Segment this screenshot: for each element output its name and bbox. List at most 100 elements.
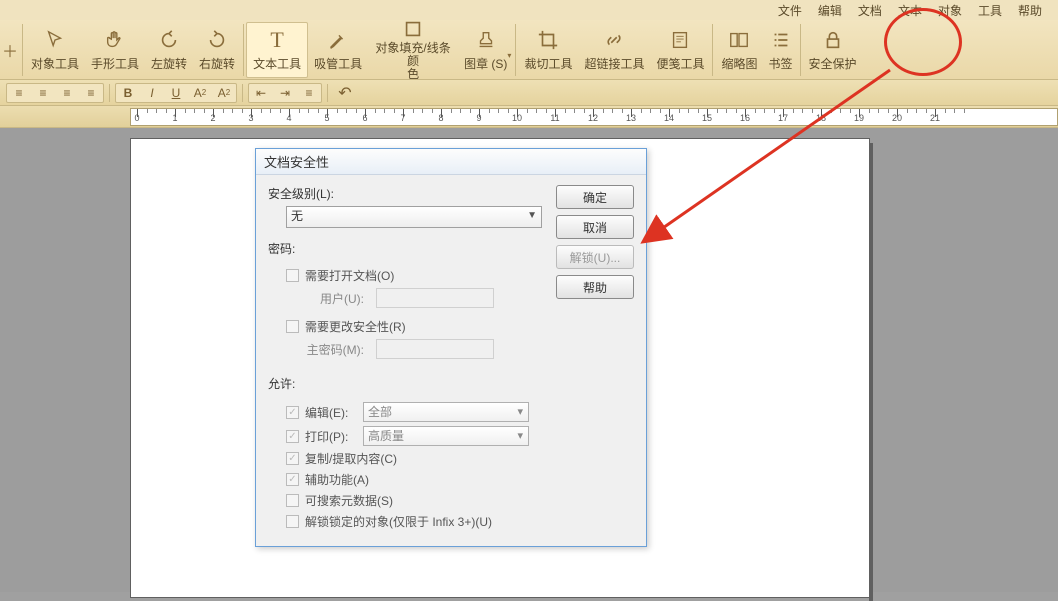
need-change-sec-checkbox[interactable] <box>286 320 299 333</box>
thumbnails-label: 缩略图 <box>721 55 757 72</box>
fill-icon <box>400 18 426 40</box>
security-level-dropdown[interactable]: 无 <box>286 206 542 228</box>
sticky-note-label: 便笺工具 <box>656 55 704 72</box>
align-center-button[interactable]: ≡ <box>31 83 55 103</box>
menubar: 文件 编辑 文档 文本 对象 工具 帮助 <box>0 0 1058 20</box>
object-tool-button[interactable]: 对象工具 <box>25 22 85 78</box>
bookmarks-label: 书签 <box>769 55 793 72</box>
italic-button[interactable]: I <box>140 83 164 103</box>
searchable-meta-checkbox[interactable] <box>286 494 299 507</box>
superscript-button[interactable]: A2 <box>188 83 212 103</box>
rotate-right-icon <box>204 27 230 53</box>
menu-edit[interactable]: 编辑 <box>810 2 850 19</box>
ruler: 0123456789101112131415161718192021 <box>0 106 1058 128</box>
unlock-obj-label: 解锁锁定的对象(仅限于 Infix 3+)(U) <box>305 513 492 530</box>
rotate-left-label: 左旋转 <box>151 55 187 72</box>
crop-tool-button[interactable]: 裁切工具 <box>518 22 578 78</box>
text-tool-label: 文本工具 <box>253 55 301 72</box>
searchable-meta-label: 可搜索元数据(S) <box>305 492 393 509</box>
eyedropper-tool-button[interactable]: 吸管工具 <box>308 22 368 78</box>
link-icon <box>601 27 627 53</box>
menu-text[interactable]: 文本 <box>890 2 930 19</box>
need-open-doc-checkbox[interactable] <box>286 269 299 282</box>
main-toolbar: ＋ 对象工具 手形工具 左旋转 右旋转 T 文本工具 吸管工具 对象填充/线条颜… <box>0 20 1058 80</box>
unlock-obj-checkbox[interactable] <box>286 515 299 528</box>
cancel-button[interactable]: 取消 <box>556 215 634 239</box>
print-value: 高质量 <box>368 429 404 443</box>
print-label: 打印(P): <box>305 428 357 445</box>
allow-section-title: 允许: <box>268 375 634 392</box>
bold-button[interactable]: B <box>116 83 140 103</box>
list-button[interactable]: ≡ <box>297 83 321 103</box>
hand-tool-button[interactable]: 手形工具 <box>85 22 145 78</box>
print-checkbox[interactable] <box>286 430 299 443</box>
stamp-icon <box>473 27 499 53</box>
indent-inc-button[interactable]: ⇥ <box>273 83 297 103</box>
crop-tool-label: 裁切工具 <box>524 55 572 72</box>
dialog-title[interactable]: 文档安全性 <box>256 149 646 175</box>
text-icon: T <box>264 27 290 53</box>
stamp-label: 图章 (S) <box>464 55 507 72</box>
thumbnails-icon <box>726 27 752 53</box>
help-button[interactable]: 帮助 <box>556 275 634 299</box>
menu-object[interactable]: 对象 <box>930 2 970 19</box>
fill-stroke-button[interactable]: 对象填充/线条颜色 <box>368 22 458 78</box>
edit-checkbox[interactable] <box>286 406 299 419</box>
note-icon <box>667 27 693 53</box>
document-security-dialog: 文档安全性 确定 取消 解锁(U)... 帮助 安全级别(L): 无 密码: 需… <box>255 148 647 547</box>
accessibility-checkbox[interactable] <box>286 473 299 486</box>
menu-help[interactable]: 帮助 <box>1010 2 1050 19</box>
format-toolbar: ≡ ≡ ≡ ≡ B I U A2 A2 ⇤ ⇥ ≡ ↶ <box>0 80 1058 106</box>
eyedropper-icon <box>325 27 351 53</box>
master-pw-label: 主密码(M): <box>302 341 364 358</box>
master-password-input[interactable] <box>376 339 494 359</box>
print-dropdown[interactable]: 高质量 <box>363 426 529 446</box>
underline-button[interactable]: U <box>164 83 188 103</box>
menu-file[interactable]: 文件 <box>770 2 810 19</box>
rotate-left-button[interactable]: 左旋转 <box>145 22 193 78</box>
text-tool-button[interactable]: T 文本工具 <box>246 22 308 78</box>
edit-dropdown[interactable]: 全部 <box>363 402 529 422</box>
lock-icon <box>820 27 846 53</box>
undo-button[interactable]: ↶ <box>333 83 357 103</box>
hyperlink-tool-label: 超链接工具 <box>584 55 644 72</box>
user-password-input[interactable] <box>376 288 494 308</box>
security-button[interactable]: 安全保护 <box>803 22 863 78</box>
bookmarks-button[interactable]: 书签 <box>764 22 798 78</box>
copy-extract-label: 复制/提取内容(C) <box>305 450 397 467</box>
object-tool-label: 对象工具 <box>31 55 79 72</box>
need-change-sec-label: 需要更改安全性(R) <box>305 318 406 335</box>
cursor-icon <box>42 27 68 53</box>
security-label: 安全保护 <box>809 55 857 72</box>
align-left-button[interactable]: ≡ <box>7 83 31 103</box>
edit-value: 全部 <box>368 405 392 419</box>
security-level-value: 无 <box>291 209 303 223</box>
hand-icon <box>102 27 128 53</box>
accessibility-label: 辅助功能(A) <box>305 471 369 488</box>
thumbnails-button[interactable]: 缩略图 <box>715 22 763 78</box>
sticky-note-button[interactable]: 便笺工具 <box>650 22 710 78</box>
menu-tools[interactable]: 工具 <box>970 2 1010 19</box>
copy-extract-checkbox[interactable] <box>286 452 299 465</box>
need-open-doc-label: 需要打开文档(O) <box>305 267 394 284</box>
menu-doc[interactable]: 文档 <box>850 2 890 19</box>
user-pw-label: 用户(U): <box>302 290 364 307</box>
unlock-button[interactable]: 解锁(U)... <box>556 245 634 269</box>
eyedropper-tool-label: 吸管工具 <box>314 55 362 72</box>
dialog-title-text: 文档安全性 <box>264 152 329 171</box>
indent-dec-button[interactable]: ⇤ <box>249 83 273 103</box>
rotate-left-icon <box>156 27 182 53</box>
fill-stroke-label: 对象填充/线条颜色 <box>374 42 452 82</box>
rotate-right-button[interactable]: 右旋转 <box>193 22 241 78</box>
stamp-button[interactable]: 图章 (S) ▾ <box>458 22 513 78</box>
list-icon <box>768 27 794 53</box>
align-right-button[interactable]: ≡ <box>55 83 79 103</box>
add-tab-button[interactable]: ＋ <box>0 38 20 62</box>
crop-icon <box>535 27 561 53</box>
hand-tool-label: 手形工具 <box>91 55 139 72</box>
rotate-right-label: 右旋转 <box>199 55 235 72</box>
align-justify-button[interactable]: ≡ <box>79 83 103 103</box>
hyperlink-tool-button[interactable]: 超链接工具 <box>578 22 650 78</box>
subscript-button[interactable]: A2 <box>212 83 236 103</box>
ok-button[interactable]: 确定 <box>556 185 634 209</box>
